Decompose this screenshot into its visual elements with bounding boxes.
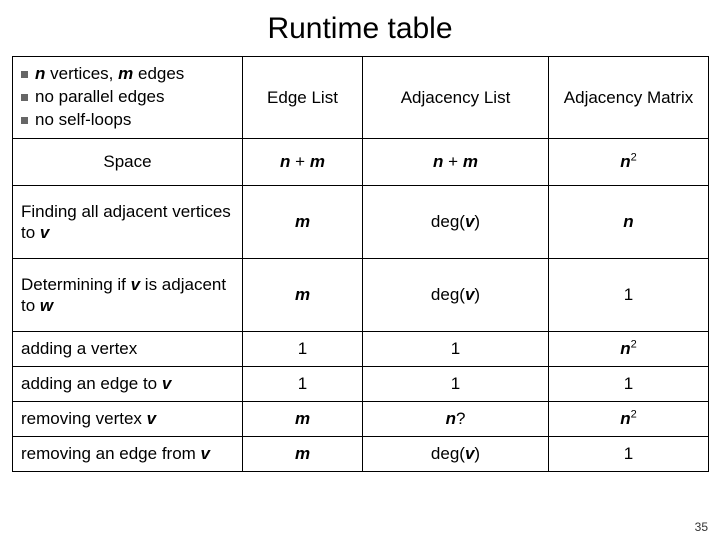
row-label: removing vertex v [13, 401, 243, 436]
table-header-row: n vertices, m edges no parallel edges no… [13, 57, 709, 139]
cell: m [243, 401, 363, 436]
assumption-item: no parallel edges [21, 86, 234, 109]
assumption-text: vertices, [45, 64, 118, 83]
row-label: removing an edge from v [13, 436, 243, 471]
cell: 1 [363, 331, 549, 366]
table-row: Determining if v is adjacent to w m deg(… [13, 258, 709, 331]
cell: n2 [549, 138, 709, 185]
cell: 1 [549, 258, 709, 331]
column-header-adjacency-list: Adjacency List [363, 57, 549, 139]
table-row: removing vertex v m n? n2 [13, 401, 709, 436]
slide: Runtime table n vertices, m edges no par… [0, 0, 720, 540]
table-row: removing an edge from v m deg(v) 1 [13, 436, 709, 471]
cell: n [549, 185, 709, 258]
row-label: adding a vertex [13, 331, 243, 366]
cell: 1 [243, 366, 363, 401]
cell: n2 [549, 401, 709, 436]
cell: deg(v) [363, 185, 549, 258]
row-label: Finding all adjacent vertices to v [13, 185, 243, 258]
column-header-edge-list: Edge List [243, 57, 363, 139]
slide-title: Runtime table [12, 12, 708, 46]
assumptions-cell: n vertices, m edges no parallel edges no… [13, 57, 243, 139]
assumption-item: no self-loops [21, 109, 234, 132]
row-label-space: Space [13, 138, 243, 185]
cell: deg(v) [363, 258, 549, 331]
var-n: n [35, 64, 45, 83]
assumptions-list: n vertices, m edges no parallel edges no… [21, 63, 234, 132]
row-label: adding an edge to v [13, 366, 243, 401]
page-number: 35 [695, 520, 708, 534]
var-m: m [118, 64, 133, 83]
cell: m [243, 258, 363, 331]
cell: m [243, 185, 363, 258]
cell: n2 [549, 331, 709, 366]
cell: 1 [549, 436, 709, 471]
table-row: Space n + m n + m n2 [13, 138, 709, 185]
cell: n + m [363, 138, 549, 185]
cell: 1 [363, 366, 549, 401]
assumption-text: edges [133, 64, 184, 83]
cell: m [243, 436, 363, 471]
cell: n + m [243, 138, 363, 185]
cell: 1 [549, 366, 709, 401]
cell: 1 [243, 331, 363, 366]
cell: deg(v) [363, 436, 549, 471]
table-row: adding an edge to v 1 1 1 [13, 366, 709, 401]
row-label: Determining if v is adjacent to w [13, 258, 243, 331]
assumption-item: n vertices, m edges [21, 63, 234, 86]
column-header-adjacency-matrix: Adjacency Matrix [549, 57, 709, 139]
table-row: adding a vertex 1 1 n2 [13, 331, 709, 366]
table-row: Finding all adjacent vertices to v m deg… [13, 185, 709, 258]
cell: n? [363, 401, 549, 436]
runtime-table: n vertices, m edges no parallel edges no… [12, 56, 709, 472]
